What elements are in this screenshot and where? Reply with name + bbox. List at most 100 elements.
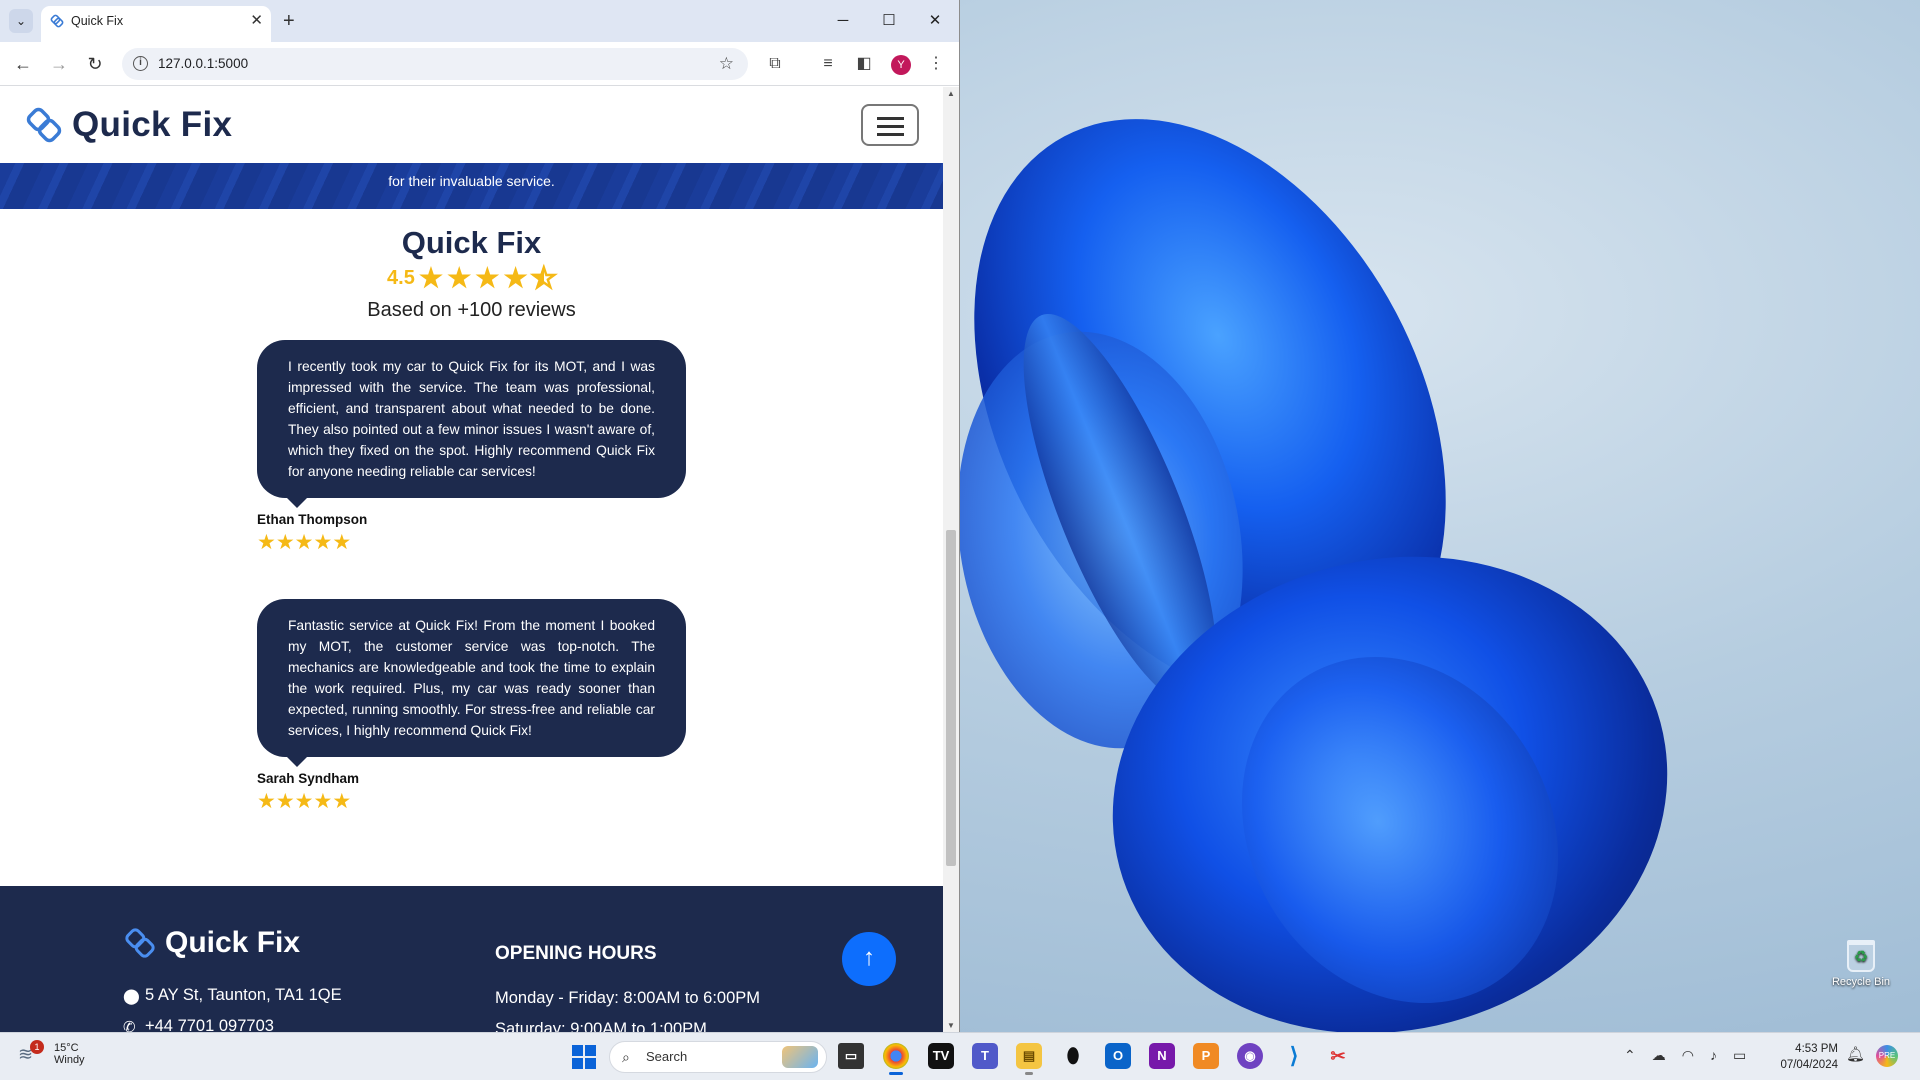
hours-saturday: Saturday: 9:00AM to 1:00PM [495,1020,707,1032]
start-button[interactable] [572,1045,596,1069]
teams-icon[interactable]: T [972,1043,998,1069]
outlook-icon[interactable]: O [1105,1043,1131,1069]
address-text: 5 AY St, Taunton, TA1 1QE [145,986,342,1004]
windows-logo-pane [585,1058,596,1069]
recycle-bin-label: Recycle Bin [1831,976,1891,988]
logo-text: Quick Fix [72,105,233,144]
forward-arrow-icon[interactable]: → [47,53,71,75]
phone-icon: ✆ [123,1018,136,1033]
site-logo[interactable]: Quick Fix [24,105,232,145]
site-info-icon[interactable]: i [133,56,148,71]
address-bar[interactable]: i 127.0.0.1:5000 ☆ [122,48,748,80]
back-arrow-icon[interactable]: ← [11,53,35,75]
chevron-up-icon[interactable]: ⌃ [1624,1047,1636,1064]
battery-icon[interactable]: ▭ [1733,1047,1746,1064]
site-footer: Quick Fix ⬤ 5 AY St, Taunton, TA1 1QE ✆ … [0,886,943,1032]
clock-time: 4:53 PM [1795,1043,1838,1055]
tab-title: Quick Fix [71,14,124,28]
star-icon: ★ [332,790,352,813]
active-tab[interactable]: Quick Fix ✕ [41,6,271,42]
footer-logo-text: Quick Fix [165,926,301,959]
star-icon: ★ [275,531,295,554]
windows-logo-pane [585,1045,596,1056]
banner-text: for their invaluable service. [388,173,555,189]
phone-text: +44 7701 097703 [145,1017,274,1032]
profile-avatar[interactable]: Y [891,55,911,75]
minimize-icon[interactable]: ─ [820,6,866,36]
favicon-icon [50,14,64,28]
alienware-icon[interactable]: ⬮ [1060,1043,1086,1069]
tab-search-button[interactable]: ⌄ [9,9,33,33]
volume-icon[interactable]: ♪ [1710,1047,1717,1064]
star-icon: ★ [257,531,276,554]
copilot-icon[interactable]: PRE [1876,1045,1898,1067]
tiktok-icon[interactable]: TV [928,1043,954,1069]
hero-banner: for their invaluable service. [0,163,943,209]
footer-phone[interactable]: ✆ +44 7701 097703 [123,1017,274,1032]
page-viewport: Quick Fix for their invaluable service. … [0,87,943,1032]
review-stars: ★★★★★ [257,530,686,555]
scroll-to-top-button[interactable]: ↑ [842,932,896,986]
new-tab-button[interactable]: + [283,9,295,33]
star-icon: ★ [447,263,472,293]
chrome-icon[interactable] [883,1043,909,1075]
hamburger-line [877,125,904,128]
scroll-down-arrow-icon[interactable]: ▼ [947,1021,955,1030]
search-placeholder: Search [646,1049,688,1064]
star-icon: ★ [332,531,352,554]
close-tab-icon[interactable]: ✕ [250,6,263,36]
footer-logo[interactable]: Quick Fix [123,926,300,960]
maximize-icon[interactable]: ☐ [866,6,912,36]
recycle-bin-icon: ♻ [1847,940,1875,972]
star-icon: ★ [275,790,295,813]
page-scrollbar[interactable]: ▲ ▼ [943,87,959,1032]
extensions-icon[interactable]: ⧉ [764,53,786,75]
recycle-bin[interactable]: ♻ Recycle Bin [1826,940,1896,988]
vscode-icon[interactable]: ⟩ [1281,1043,1307,1069]
taskbar-search[interactable]: ⌕ Search [609,1041,827,1073]
github-desktop-icon[interactable]: ◉ [1237,1043,1263,1069]
weather-widget[interactable]: ≋ 1 15°C Windy [18,1040,85,1066]
snipping-tool-icon[interactable]: ✂ [1325,1043,1351,1069]
wifi-icon[interactable]: ◠ [1682,1047,1694,1064]
scroll-up-arrow-icon[interactable]: ▲ [947,89,955,98]
search-icon: ⌕ [622,1049,630,1065]
star-icon: ★ [418,263,444,293]
onenote-icon[interactable]: N [1149,1043,1175,1069]
taskbar-clock[interactable]: 4:53 PM 07/04/2024 [1772,1041,1838,1073]
location-pin-icon: ⬤ [123,987,140,1005]
windows-logo-pane [572,1058,583,1069]
close-window-icon[interactable]: ✕ [912,6,958,36]
hours-weekday: Monday - Friday: 8:00AM to 6:00PM [495,989,761,1007]
powerpoint-icon[interactable]: P [1193,1043,1219,1069]
more-menu-icon[interactable]: ⋮ [925,53,947,75]
side-panel-icon[interactable]: ◧ [853,53,875,75]
review-card: Fantastic service at Quick Fix! From the… [257,599,686,814]
reviewer-name: Ethan Thompson [257,512,368,527]
hours-title: OPENING HOURS [495,943,657,964]
wind-icon: ≋ 1 [18,1040,46,1064]
footer-address: ⬤ 5 AY St, Taunton, TA1 1QE [123,986,342,1005]
menu-toggle-button[interactable] [861,104,919,146]
review-stars: ★★★★★ [257,789,686,814]
onedrive-cloud-icon[interactable]: ☁ [1652,1047,1666,1064]
star-icon: ★ [294,790,314,813]
media-controls-icon[interactable]: ≡ [817,53,839,75]
browser-toolbar: ← → ↻ i 127.0.0.1:5000 ☆ ⧉ ≡ ◧ Y ⋮ [0,42,959,86]
clock-date: 07/04/2024 [1780,1059,1838,1071]
hamburger-line [877,133,904,136]
star-icon: ★ [503,263,528,293]
system-tray: ⌃ ☁ ◠ ♪ ▭ [1624,1047,1746,1064]
tab-strip: ⌄ Quick Fix ✕ + ─ ☐ ✕ [0,0,959,42]
task-view-icon[interactable]: ▭ [838,1043,864,1069]
quickfix-logo-icon [125,928,155,958]
reload-icon[interactable]: ↻ [83,53,107,75]
file-explorer-icon[interactable]: ▤ [1016,1043,1042,1075]
scroll-thumb[interactable] [946,530,956,866]
notification-bell-icon[interactable]: 🔔︎ [1846,1045,1865,1063]
bookmark-star-icon[interactable]: ☆ [719,48,734,80]
star-icon: ★ [313,531,333,554]
star-icon: ★ [475,263,500,293]
reviewer-name: Sarah Syndham [257,771,360,786]
rating-subtitle: Based on +100 reviews [367,299,576,321]
